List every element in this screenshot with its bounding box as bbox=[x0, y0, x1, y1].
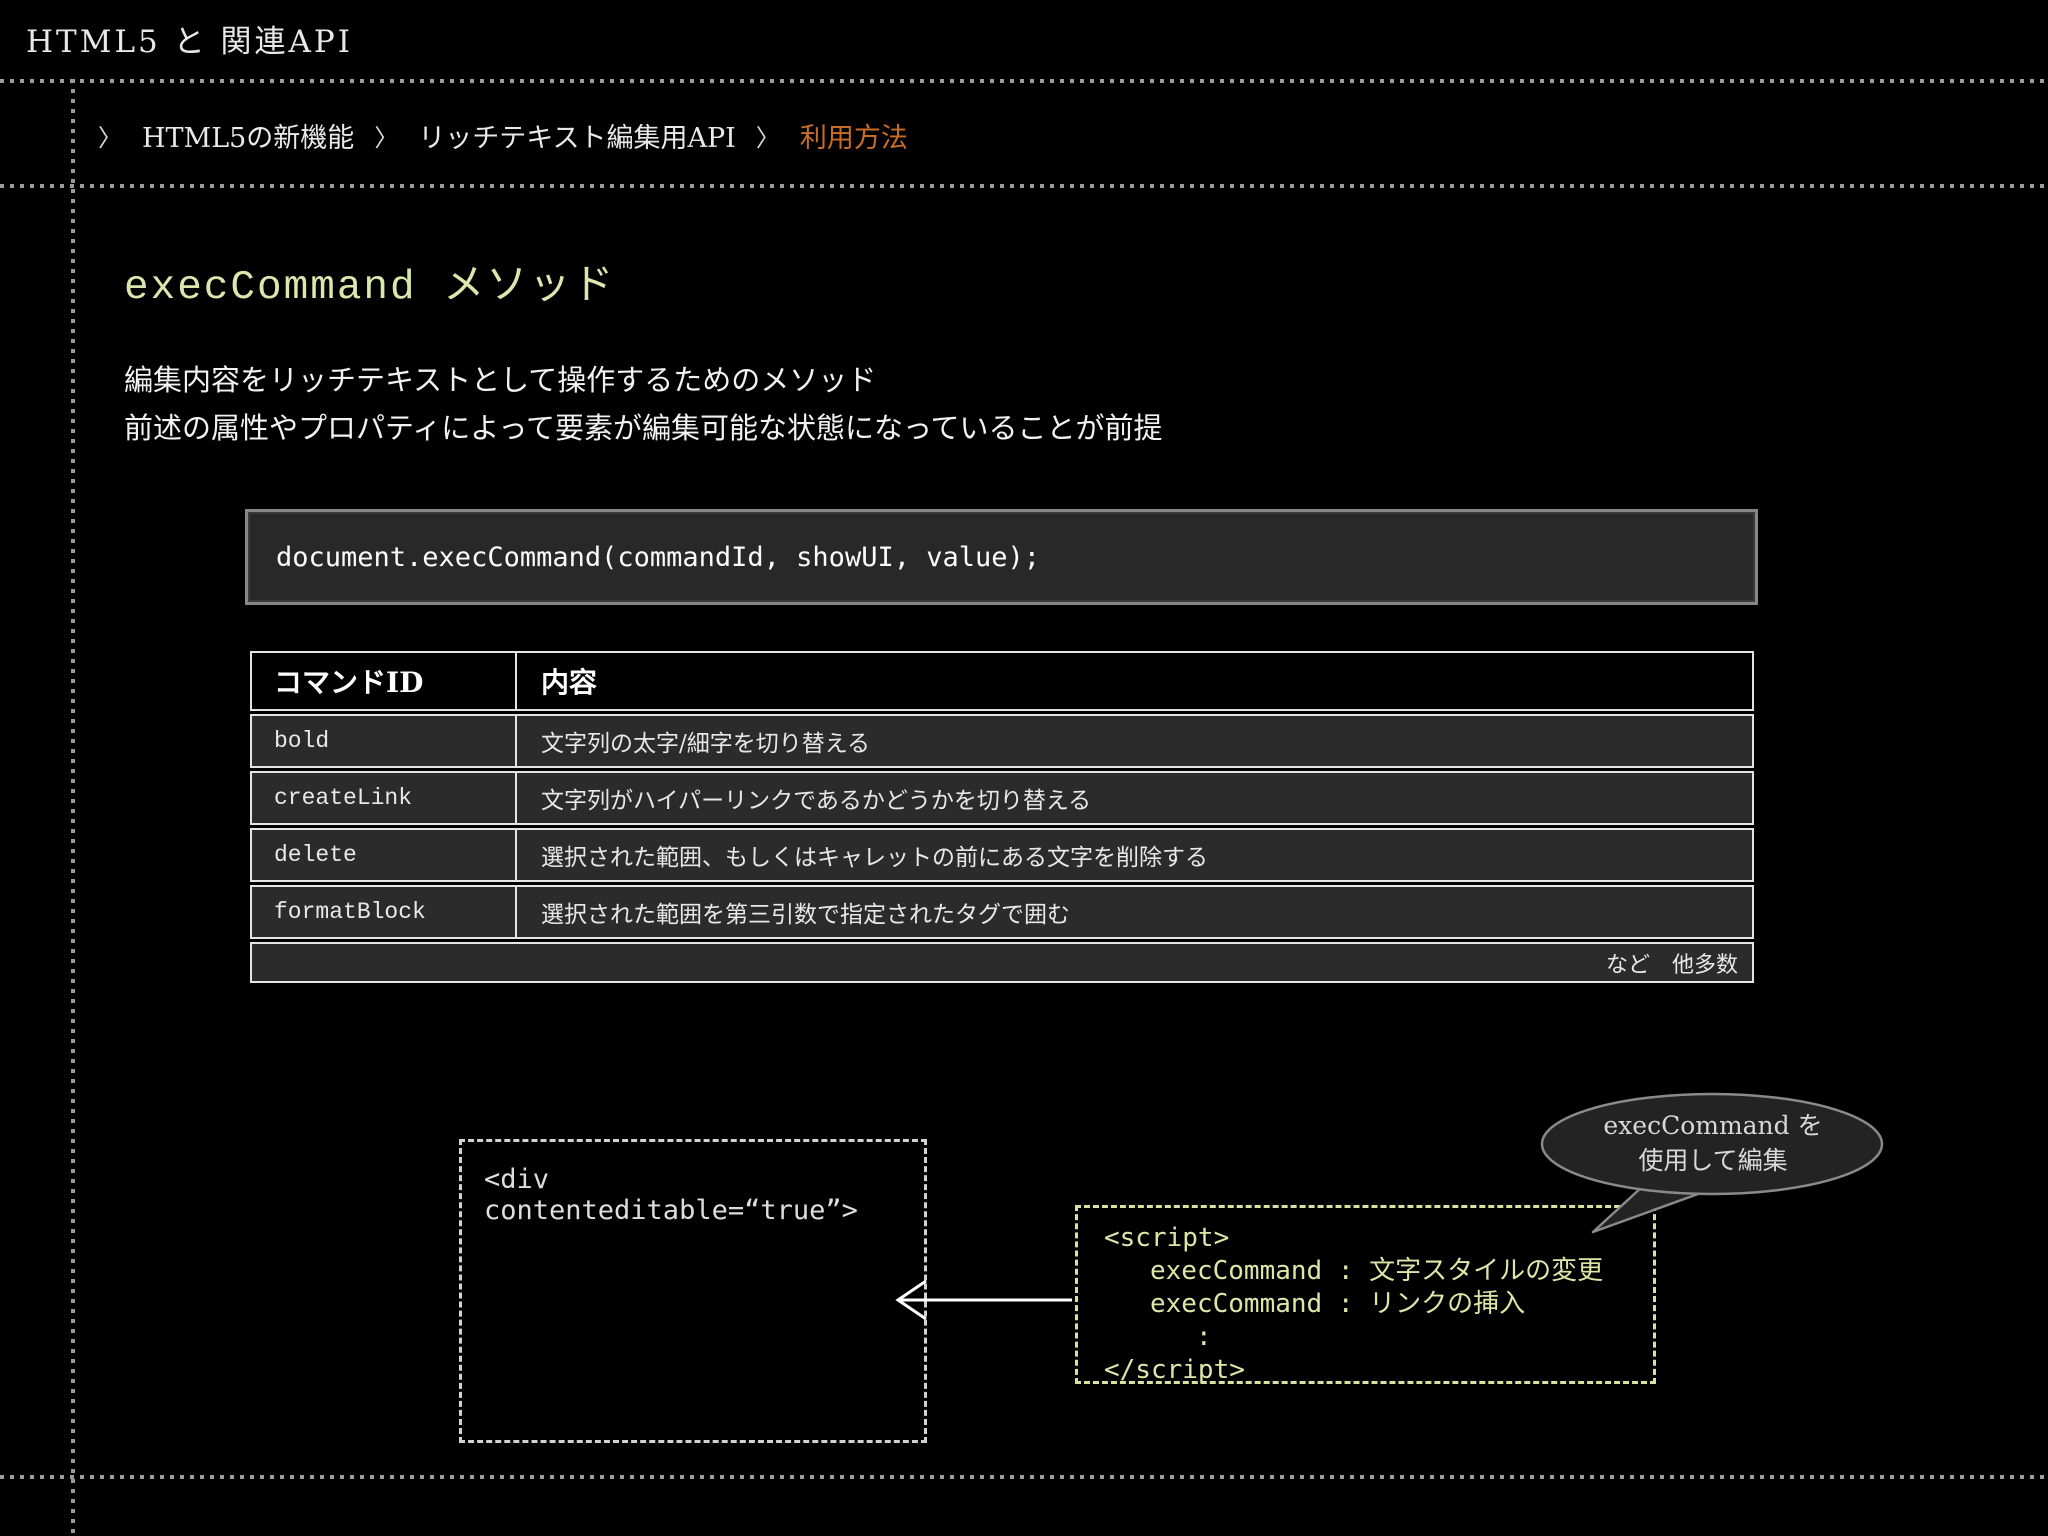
table-cell-description: 選択された範囲を第三引数で指定されたタグで囲む bbox=[541, 902, 1070, 928]
table-header-command-id: コマンドID bbox=[252, 653, 517, 709]
script-line-ellipsis: : bbox=[1196, 1322, 1212, 1352]
table-footer-note: など 他多数 bbox=[1605, 952, 1738, 978]
description-line-1: 編集内容をリッチテキストとして操作するためのメソッド bbox=[124, 363, 877, 397]
chevron-separator-icon: 〉 bbox=[98, 124, 122, 152]
table-footer-row: など 他多数 bbox=[250, 942, 1754, 983]
divider-top bbox=[0, 79, 2048, 83]
script-line-close-tag: </script> bbox=[1104, 1355, 1245, 1385]
divider-bottom bbox=[0, 1475, 2048, 1479]
speech-bubble-text: execCommand を 使用して編集 bbox=[1538, 1108, 1888, 1178]
table-header-row: コマンドID 内容 bbox=[250, 651, 1754, 711]
contenteditable-div-box: <div contenteditable=“true”> bbox=[459, 1139, 927, 1443]
table-cell-command-id: delete bbox=[252, 830, 517, 880]
breadcrumb: 〉 HTML5の新機能 〉 リッチテキスト編集用API 〉 利用方法 bbox=[98, 116, 908, 155]
page-title: execCommand メソッド bbox=[124, 265, 616, 311]
breadcrumb-item-richtext-api[interactable]: リッチテキスト編集用API bbox=[418, 116, 736, 155]
description-line-2: 前述の属性やプロパティによって要素が編集可能な状態になっていることが前提 bbox=[124, 411, 1163, 445]
chevron-separator-icon: 〉 bbox=[755, 124, 780, 152]
table-row: formatBlock 選択された範囲を第三引数で指定されたタグで囲む bbox=[250, 885, 1754, 939]
breadcrumb-item-html5-features[interactable]: HTML5の新機能 bbox=[142, 116, 354, 155]
divider-breadcrumb bbox=[0, 184, 2048, 188]
deck-title: HTML5 と 関連API bbox=[26, 24, 353, 60]
left-arrow-icon bbox=[895, 1279, 1072, 1321]
divider-left-vertical bbox=[71, 79, 75, 1536]
breadcrumb-item-usage-active[interactable]: 利用方法 bbox=[800, 116, 908, 155]
table-cell-description: 文字列がハイパーリンクであるかどうかを切り替える bbox=[541, 788, 1092, 814]
script-line-execcommand-style: execCommand : 文字スタイルの変更 bbox=[1150, 1256, 1604, 1286]
speech-bubble-line-1: execCommand を bbox=[1603, 1111, 1823, 1140]
table-cell-command-id: createLink bbox=[252, 773, 517, 823]
table-cell-description: 選択された範囲、もしくはキャレットの前にある文字を削除する bbox=[541, 845, 1208, 871]
table-cell-command-id: formatBlock bbox=[252, 887, 517, 937]
table-cell-command-id: bold bbox=[252, 716, 517, 766]
command-table: コマンドID 内容 bold 文字列の太字/細字を切り替える createLin… bbox=[250, 651, 1754, 983]
table-row: delete 選択された範囲、もしくはキャレットの前にある文字を削除する bbox=[250, 828, 1754, 882]
table-header-description: 内容 bbox=[541, 666, 598, 699]
description-text: 編集内容をリッチテキストとして操作するためのメソッド 前述の属性やプロパティによ… bbox=[124, 356, 1163, 452]
slide-page: { "page": { "background": "#000000", "ru… bbox=[0, 0, 2048, 1536]
speech-bubble-line-2: 使用して編集 bbox=[1638, 1146, 1788, 1175]
chevron-separator-icon: 〉 bbox=[374, 124, 399, 152]
code-snippet-text: document.execCommand(commandId, showUI, … bbox=[276, 541, 1041, 573]
table-row: createLink 文字列がハイパーリンクであるかどうかを切り替える bbox=[250, 771, 1754, 825]
contenteditable-div-label: <div contenteditable=“true”> bbox=[484, 1164, 858, 1226]
script-line-execcommand-link: execCommand : リンクの挿入 bbox=[1150, 1289, 1526, 1319]
table-row: bold 文字列の太字/細字を切り替える bbox=[250, 714, 1754, 768]
code-snippet-box: document.execCommand(commandId, showUI, … bbox=[245, 509, 1758, 605]
table-cell-description: 文字列の太字/細字を切り替える bbox=[541, 731, 871, 757]
